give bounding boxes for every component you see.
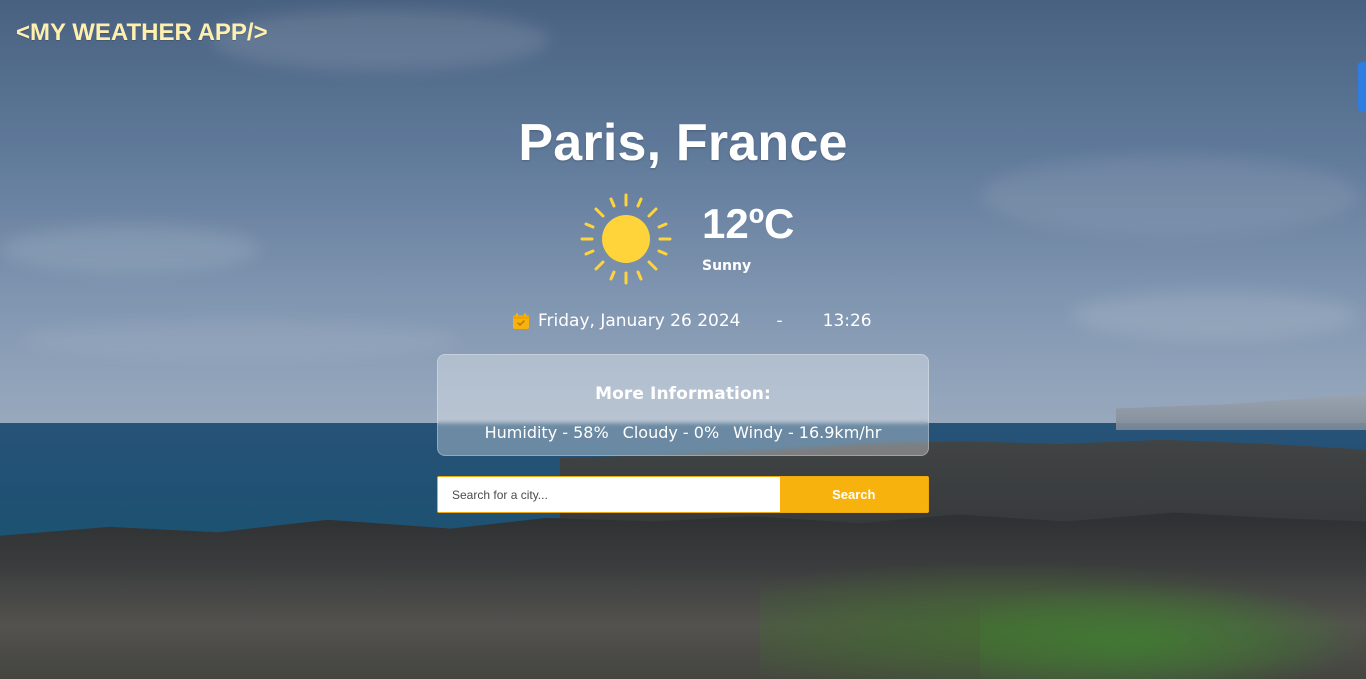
weather-page: <MY WEATHER APP/> Paris, France 12ºC Sun… [0, 0, 1366, 679]
background-overlay [0, 0, 1366, 679]
more-information-title: More Information: [595, 384, 771, 404]
scrollbar-indicator[interactable] [1358, 62, 1366, 112]
temperature-value: 12ºC [702, 200, 795, 247]
windy-stat: Windy - 16.9km/hr [733, 423, 882, 442]
search-button[interactable]: Search [779, 477, 928, 512]
city-search-form: Search [437, 476, 929, 513]
calendar-icon [512, 312, 530, 330]
time-text: 13:26 [822, 311, 872, 331]
date-text: Friday, January 26 2024 [538, 311, 741, 331]
humidity-stat: Humidity - 58% [484, 423, 609, 442]
city-search-input[interactable] [438, 477, 780, 512]
weather-condition: Sunny [702, 258, 752, 274]
weather-panel: Paris, France 12ºC Sunny Friday, January… [437, 108, 929, 513]
location-title: Paris, France [518, 114, 848, 172]
date-time-row: Friday, January 26 2024 - 13:26 [512, 309, 932, 333]
cloudy-stat: Cloudy - 0% [622, 423, 720, 442]
sun-icon [580, 193, 672, 285]
weather-stats: Humidity - 58% Cloudy - 0% Windy - 16.9k… [438, 423, 928, 443]
app-brand: <MY WEATHER APP/> [16, 19, 268, 46]
more-information-card: More Information: Humidity - 58% Cloudy … [437, 354, 929, 456]
current-weather: 12ºC Sunny [580, 193, 794, 289]
date-time-separator: - [776, 311, 783, 331]
temperature-block: 12ºC Sunny [702, 193, 794, 275]
